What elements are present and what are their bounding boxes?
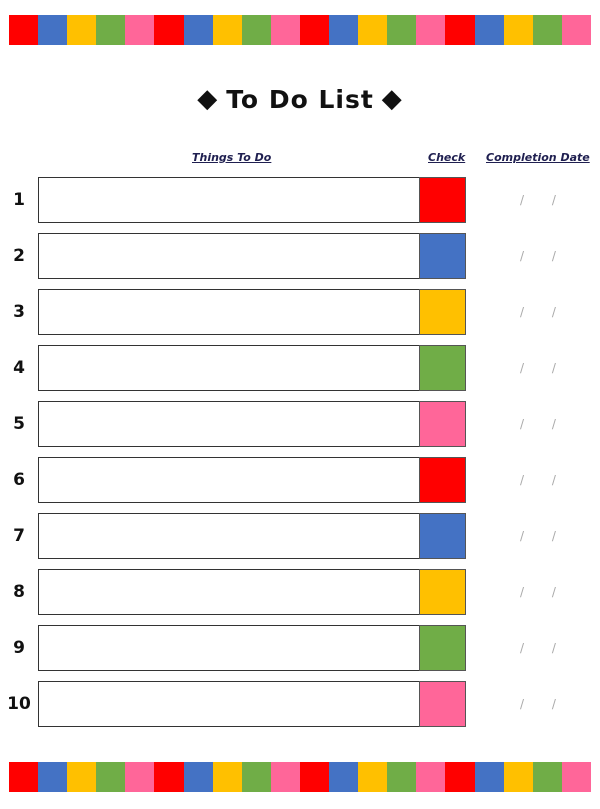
completion-date-field[interactable]: / / [520,401,556,447]
stripe-segment [270,762,300,792]
completion-date-field[interactable]: / / [520,289,556,335]
stripe-segment [154,15,184,45]
stripe-segment [416,15,446,45]
stripe-segment [532,15,562,45]
stripe-segment [241,762,271,792]
stripe-segment [561,762,591,792]
stripe-segment [503,762,533,792]
row-number: 2 [13,246,25,266]
task-input-box[interactable] [38,177,420,223]
stripe-segment [358,15,388,45]
completion-date-field[interactable]: / / [520,513,556,559]
stripe-segment [299,762,330,792]
diamond-icon: ◆ [197,84,219,114]
row-number: 8 [13,582,25,602]
stripe-segment [9,762,39,792]
row-number: 7 [13,526,25,546]
stripe-segment [445,15,475,45]
stripe-segment [212,762,242,792]
check-box[interactable] [419,457,466,503]
check-box[interactable] [419,177,466,223]
table-row: 6 / / [0,457,600,503]
row-number: 9 [13,638,25,658]
stripe-segment [445,762,475,792]
diamond-icon: ◆ [381,84,403,114]
stripe-segment [96,762,126,792]
stripe-segment [358,762,388,792]
completion-date-field[interactable]: / / [520,681,556,727]
stripe-segment [532,762,562,792]
stripe-segment [474,15,504,45]
row-number: 3 [13,302,25,322]
top-color-stripe [9,15,591,45]
task-input-box[interactable] [38,289,420,335]
stripe-segment [416,762,446,792]
check-box[interactable] [419,345,466,391]
table-row: 4 / / [0,345,600,391]
stripe-segment [9,15,39,45]
table-row: 10 / / [0,681,600,727]
task-input-box[interactable] [38,569,420,615]
stripe-segment [329,762,359,792]
task-input-box[interactable] [38,681,420,727]
bottom-color-stripe [9,762,591,792]
completion-date-field[interactable]: / / [520,177,556,223]
row-number: 10 [7,694,31,714]
page-title: ◆ To Do List ◆ [0,84,600,114]
stripe-segment [270,15,300,45]
completion-date-field[interactable]: / / [520,625,556,671]
stripe-segment [67,15,97,45]
stripe-segment [503,15,533,45]
table-row: 3 / / [0,289,600,335]
stripe-segment [561,15,591,45]
title-text: To Do List [226,85,374,114]
completion-date-field[interactable]: / / [520,345,556,391]
check-box[interactable] [419,289,466,335]
table-row: 5 / / [0,401,600,447]
stripe-segment [67,762,97,792]
completion-date-field[interactable]: / / [520,569,556,615]
task-input-box[interactable] [38,233,420,279]
table-row: 7 / / [0,513,600,559]
row-number: 1 [13,190,25,210]
task-input-box[interactable] [38,345,420,391]
stripe-segment [387,15,417,45]
stripe-segment [299,15,330,45]
table-row: 2 / / [0,233,600,279]
things-to-do-header: Things To Do [192,151,272,164]
stripe-segment [38,762,68,792]
check-box[interactable] [419,233,466,279]
table-row: 8 / / [0,569,600,615]
stripe-segment [183,762,213,792]
stripe-segment [154,762,184,792]
task-input-box[interactable] [38,625,420,671]
stripe-segment [329,15,359,45]
check-box[interactable] [419,625,466,671]
stripe-segment [125,15,155,45]
stripe-segment [125,762,155,792]
stripe-segment [183,15,213,45]
row-number: 4 [13,358,25,378]
task-input-box[interactable] [38,401,420,447]
check-header: Check [428,151,466,164]
task-input-box[interactable] [38,513,420,559]
completion-date-field[interactable]: / / [520,457,556,503]
completion-date-field[interactable]: / / [520,233,556,279]
completion-date-header: Completion Date [486,151,590,164]
stripe-segment [387,762,417,792]
stripe-segment [474,762,504,792]
row-number: 5 [13,414,25,434]
stripe-segment [96,15,126,45]
table-row: 9 / / [0,625,600,671]
check-box[interactable] [419,401,466,447]
check-box[interactable] [419,681,466,727]
stripe-segment [241,15,271,45]
check-box[interactable] [419,513,466,559]
row-number: 6 [13,470,25,490]
table-row: 1 / / [0,177,600,223]
stripe-segment [38,15,68,45]
task-input-box[interactable] [38,457,420,503]
stripe-segment [212,15,242,45]
check-box[interactable] [419,569,466,615]
